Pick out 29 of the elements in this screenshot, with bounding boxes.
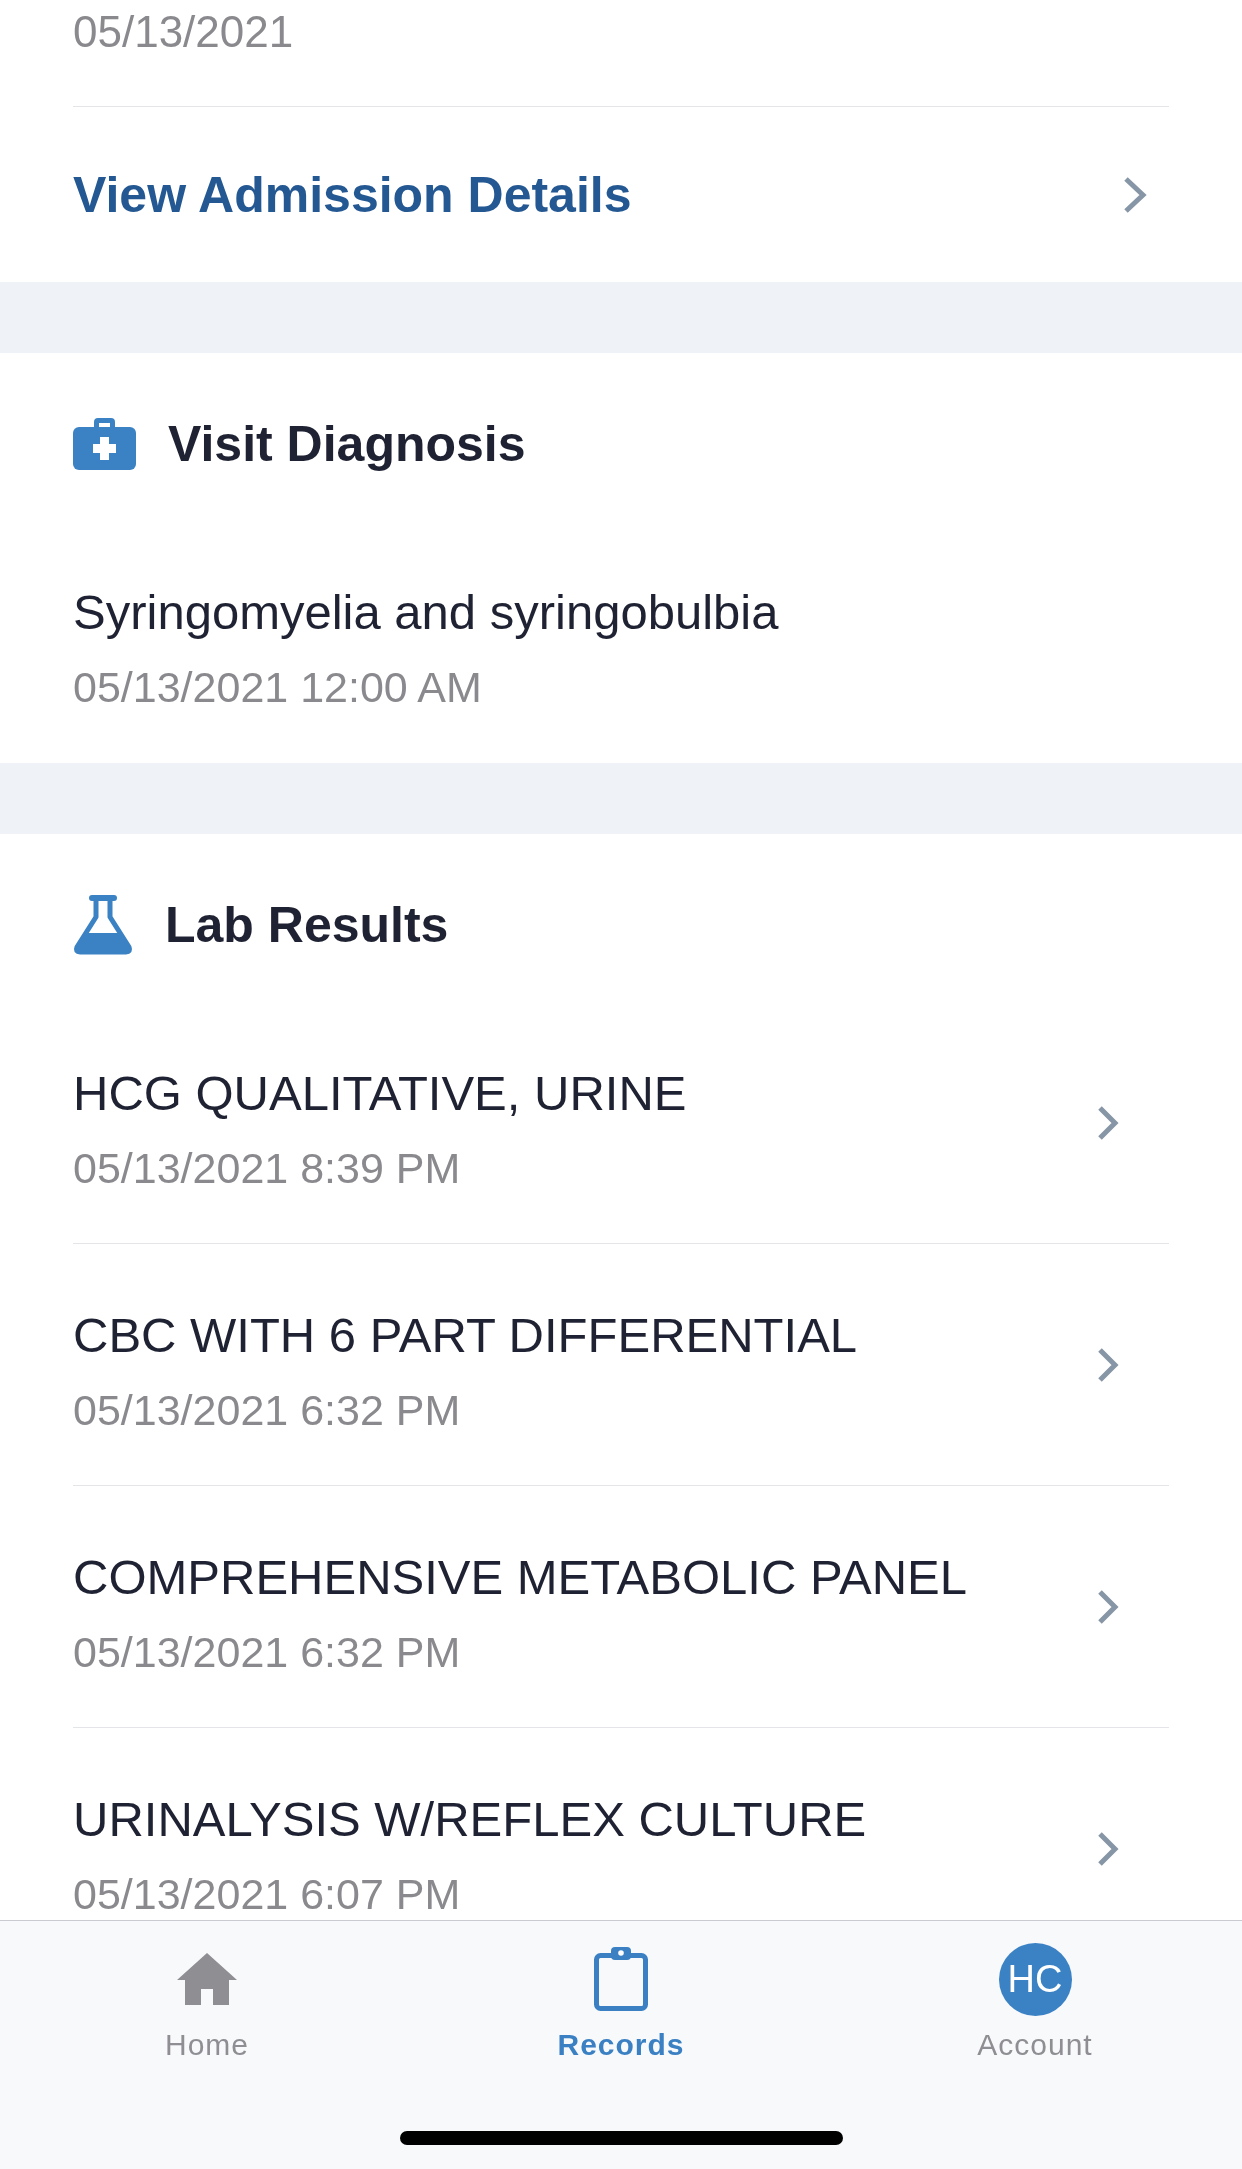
lab-test-name: COMPREHENSIVE METABOLIC PANEL (73, 1549, 967, 1606)
lab-result-item[interactable]: CBC WITH 6 PART DIFFERENTIAL 05/13/2021 6:32 PM (73, 1244, 1169, 1486)
section-title: Visit Diagnosis (168, 415, 526, 474)
flask-icon (73, 895, 133, 955)
lab-result-item[interactable]: COMPREHENSIVE METABOLIC PANEL 05/13/2021 6:32 PM (73, 1486, 1169, 1728)
section-title: Lab Results (165, 896, 449, 955)
records-tab[interactable]: Records (414, 1942, 828, 2063)
medical-kit-icon (73, 418, 136, 470)
account-tab[interactable]: HC Account (828, 1942, 1242, 2063)
chevron-right-icon (1096, 1588, 1119, 1625)
lab-test-name: URINALYSIS W/REFLEX CULTURE (73, 1791, 867, 1848)
lab-result-date: 05/13/2021 8:39 PM (73, 1143, 462, 1194)
lab-result-item[interactable]: HCG QUALITATIVE, URINE 05/13/2021 8:39 PM (73, 1002, 1169, 1244)
diagnosis-name: Syringomyelia and syringobulbia (73, 584, 779, 641)
lab-test-name: HCG QUALITATIVE, URINE (73, 1065, 687, 1122)
chevron-right-icon (1096, 1346, 1119, 1383)
chevron-right-icon (1096, 1104, 1119, 1141)
admission-details-link[interactable]: View Admission Details (73, 107, 1169, 282)
home-icon (177, 1953, 237, 2005)
lab-result-date: 05/13/2021 6:32 PM (73, 1627, 462, 1678)
chevron-right-icon (1122, 175, 1147, 214)
avatar: HC (998, 1942, 1072, 2016)
lab-result-date: 05/13/2021 6:07 PM (73, 1869, 462, 1920)
lab-test-name: CBC WITH 6 PART DIFFERENTIAL (73, 1307, 858, 1364)
lab-result-date: 05/13/2021 6:32 PM (73, 1385, 462, 1436)
diagnosis-date: 05/13/2021 12:00 AM (73, 662, 483, 713)
clipboard-icon (594, 1947, 648, 2011)
chevron-right-icon (1096, 1830, 1119, 1867)
admission-date: 05/13/2021 (73, 6, 295, 58)
